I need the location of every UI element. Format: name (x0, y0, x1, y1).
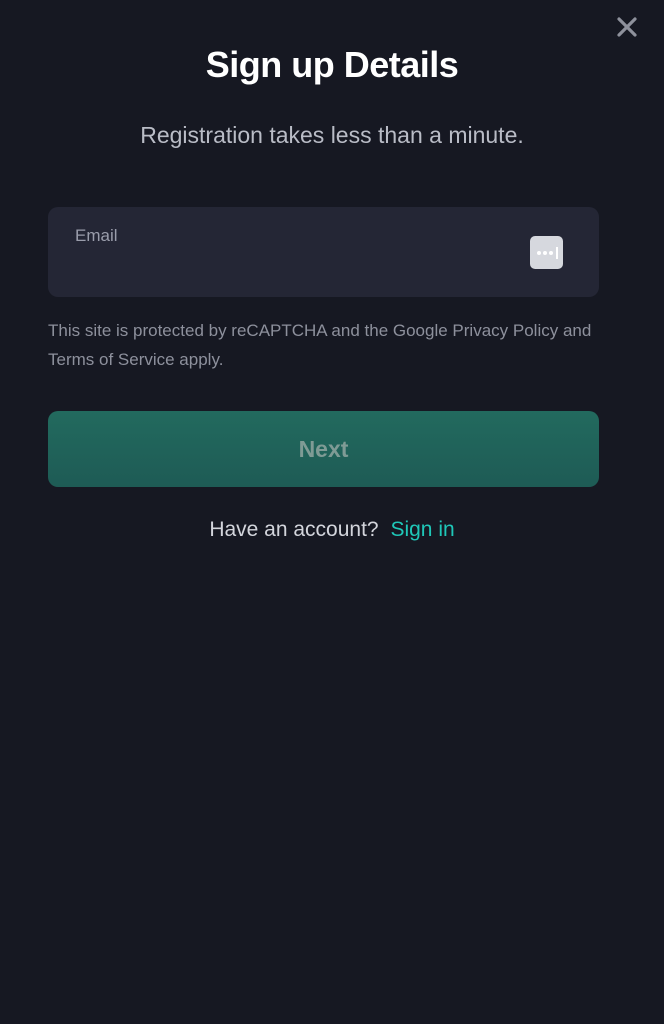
close-button[interactable] (612, 12, 642, 42)
page-subtitle: Registration takes less than a minute. (140, 122, 524, 148)
password-manager-button[interactable] (530, 236, 563, 269)
have-account-text: Have an account? (209, 518, 379, 541)
email-label: Email (75, 226, 118, 245)
signin-link[interactable]: Sign in (390, 518, 454, 541)
close-icon (617, 17, 637, 37)
password-manager-icon (537, 247, 558, 259)
email-field[interactable]: Email (48, 207, 599, 297)
next-button[interactable]: Next (48, 411, 599, 487)
email-input[interactable] (75, 251, 515, 281)
signin-row: Have an account? Sign in (0, 518, 664, 542)
recaptcha-notice: This site is protected by reCAPTCHA and … (48, 321, 592, 369)
page-title: Sign up Details (205, 44, 459, 85)
